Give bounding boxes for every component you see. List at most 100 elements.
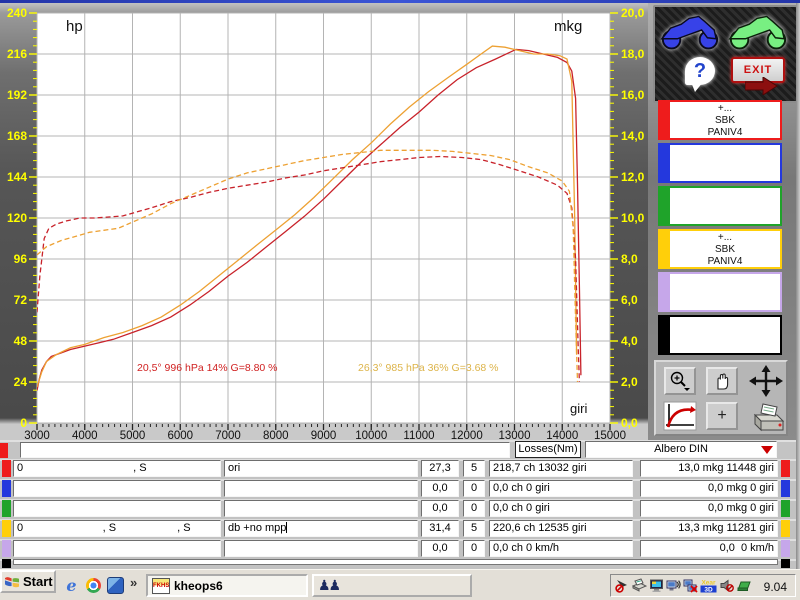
magnifier-plus-icon [668, 370, 692, 392]
taskbar-clock: 9.04 [764, 580, 787, 594]
left-axis-tick-label: 48 [14, 334, 28, 348]
left-axis-tick-label: 0 [20, 416, 27, 430]
row-tab-left [2, 480, 11, 497]
start-button[interactable]: Start [0, 570, 56, 593]
norm-combo[interactable]: Albero DIN [585, 441, 777, 458]
zoom-tool-button[interactable] [664, 367, 696, 395]
table-cell-c4-row2: 0 [463, 480, 485, 497]
ie-quicklaunch-icon[interactable]: e [63, 577, 80, 594]
table-cell-c6-row5: 0,0 0 km/h [640, 540, 778, 557]
x-axis-tick-label: 14000 [546, 430, 578, 440]
tray-xear3d-icon[interactable]: Xear 3D [700, 578, 717, 593]
print-button[interactable] [746, 400, 786, 434]
x-axis-tick-label: 3000 [24, 430, 50, 440]
left-axis-tick-label: 24 [14, 375, 28, 389]
run-box-color-tab [658, 100, 668, 140]
run-box-color-tab [658, 229, 668, 269]
tray-scanner-icon[interactable] [632, 578, 647, 593]
table-cell-c1-row4[interactable]: 0 , S , S [13, 520, 221, 537]
run-box-6[interactable] [668, 315, 782, 355]
losses-band: Losses(Nm) Albero DIN [0, 440, 800, 459]
tray-network-offline-icon[interactable] [683, 578, 698, 593]
x-axis-tick-label: 5000 [120, 430, 146, 440]
move-tool-button[interactable] [746, 364, 786, 398]
table-cell-c3-row2: 0,0 [421, 480, 459, 497]
pan-tool-button[interactable] [706, 367, 738, 395]
dyno-chart[interactable]: 0244872961201441681922162400,02,04,06,08… [0, 3, 648, 440]
left-axis-tick-label: 96 [14, 252, 28, 266]
add-tool-button[interactable]: + [706, 402, 738, 430]
chart-tools-panel: + [654, 360, 788, 436]
x-axis-tick-label: 7000 [215, 430, 241, 440]
run-box-4[interactable]: +...SBKPANIV4 [668, 229, 782, 269]
right-axis-tick-label: 20,0 [621, 6, 645, 20]
second-app-icon: ♟♟ [318, 577, 339, 594]
right-axis-tick-label: 0,0 [621, 416, 638, 430]
table-cell-c6-row1: 13,0 mkg 11448 giri [640, 460, 778, 477]
weather-annotation: 26,3° 985 hPa 36% G=3.68 % [358, 362, 499, 374]
tray-wireless-monitor-icon[interactable] [666, 578, 681, 593]
app-quicklaunch-icon[interactable] [107, 577, 124, 594]
run-box-2[interactable] [668, 143, 782, 183]
table-cell-c3-row3: 0,0 [421, 500, 459, 517]
left-axis-tick-label: 144 [7, 170, 27, 184]
norm-combo-value: Albero DIN [654, 443, 708, 455]
table-cell-c2-row4[interactable]: db +no mpp [224, 520, 418, 537]
right-axis-tick-label: 6,0 [621, 293, 638, 307]
table-cell-c2-row5[interactable] [224, 540, 418, 557]
black-run-tab-left [2, 559, 11, 568]
table-cell-c1-row3[interactable] [13, 500, 221, 517]
kheops-app-icon: FKHS [152, 578, 170, 594]
x-axis-tick-label: 13000 [499, 430, 531, 440]
row-tab-right [781, 540, 790, 557]
taskbar-button-second-app[interactable]: ♟♟ [312, 574, 472, 597]
curve-tool-button[interactable] [662, 400, 698, 432]
run-box-1[interactable]: +...SBKPANIV4 [668, 100, 782, 140]
table-cell-c5-row3: 0,0 ch 0 giri [489, 500, 633, 517]
tray-storage-icon[interactable] [736, 578, 751, 593]
x-axis-tick-label: 10000 [355, 430, 387, 440]
windows-logo-icon [4, 574, 21, 590]
row-tab-left [2, 540, 11, 557]
losses-value-field[interactable] [20, 442, 510, 458]
table-cell-c4-row1: 5 [463, 460, 485, 477]
row-tab-right [781, 500, 790, 517]
tray-display-icon[interactable] [649, 578, 664, 593]
x-axis-unit-label: giri [570, 401, 587, 416]
taskbar: Start e » FKHS kheops6 ♟♟ Xear [0, 569, 800, 600]
taskbar-button-kheops6[interactable]: FKHS kheops6 [146, 574, 308, 597]
table-cell-c5-row2: 0,0 ch 0 giri [489, 480, 633, 497]
black-run-tab-right [781, 559, 790, 568]
table-cell-c1-row1[interactable]: 0 , S [13, 460, 221, 477]
quicklaunch-overflow-chevron[interactable]: » [130, 575, 137, 590]
run-box-color-tab [658, 315, 668, 355]
table-cell-c2-row3[interactable] [224, 500, 418, 517]
tray-volume-muted-icon[interactable] [719, 578, 734, 593]
right-axis-unit-label: mkg [554, 18, 582, 35]
left-axis-tick-label: 120 [7, 211, 27, 225]
table-cell-c3-row5: 0,0 [421, 540, 459, 557]
left-axis-unit-label: hp [66, 18, 83, 35]
row-tab-right [781, 460, 790, 477]
table-cell-c2-row2[interactable] [224, 480, 418, 497]
row-tab-left [2, 500, 11, 517]
run-box-label: +...SBKPANIV4 [670, 103, 780, 139]
right-axis-tick-label: 2,0 [621, 375, 638, 389]
losses-label: Losses(Nm) [515, 441, 581, 458]
table-cell-c6-row4: 13,3 mkg 11281 giri [640, 520, 778, 537]
right-axis-tick-label: 18,0 [621, 47, 645, 61]
run-box-3[interactable] [668, 186, 782, 226]
chrome-quicklaunch-icon[interactable] [85, 577, 102, 594]
table-cell-c1-row2[interactable] [13, 480, 221, 497]
dyno-chart-frame: 0244872961201441681922162400,02,04,06,08… [0, 3, 648, 440]
combo-dropdown-arrow-icon[interactable] [761, 446, 773, 454]
right-axis-tick-label: 12,0 [621, 170, 645, 184]
x-axis-tick-label: 6000 [167, 430, 193, 440]
table-cell-c5-row4: 220,6 ch 12535 giri [489, 520, 633, 537]
table-cell-c4-row4: 5 [463, 520, 485, 537]
tray-device-stop-icon[interactable] [615, 578, 630, 593]
table-cell-c2-row1[interactable]: ori [224, 460, 418, 477]
run-box-5[interactable] [668, 272, 782, 312]
table-cell-c1-row5[interactable] [13, 540, 221, 557]
sidebar: ? EXIT +...SBKPANIV4+...SBKPANIV4 [648, 3, 800, 440]
